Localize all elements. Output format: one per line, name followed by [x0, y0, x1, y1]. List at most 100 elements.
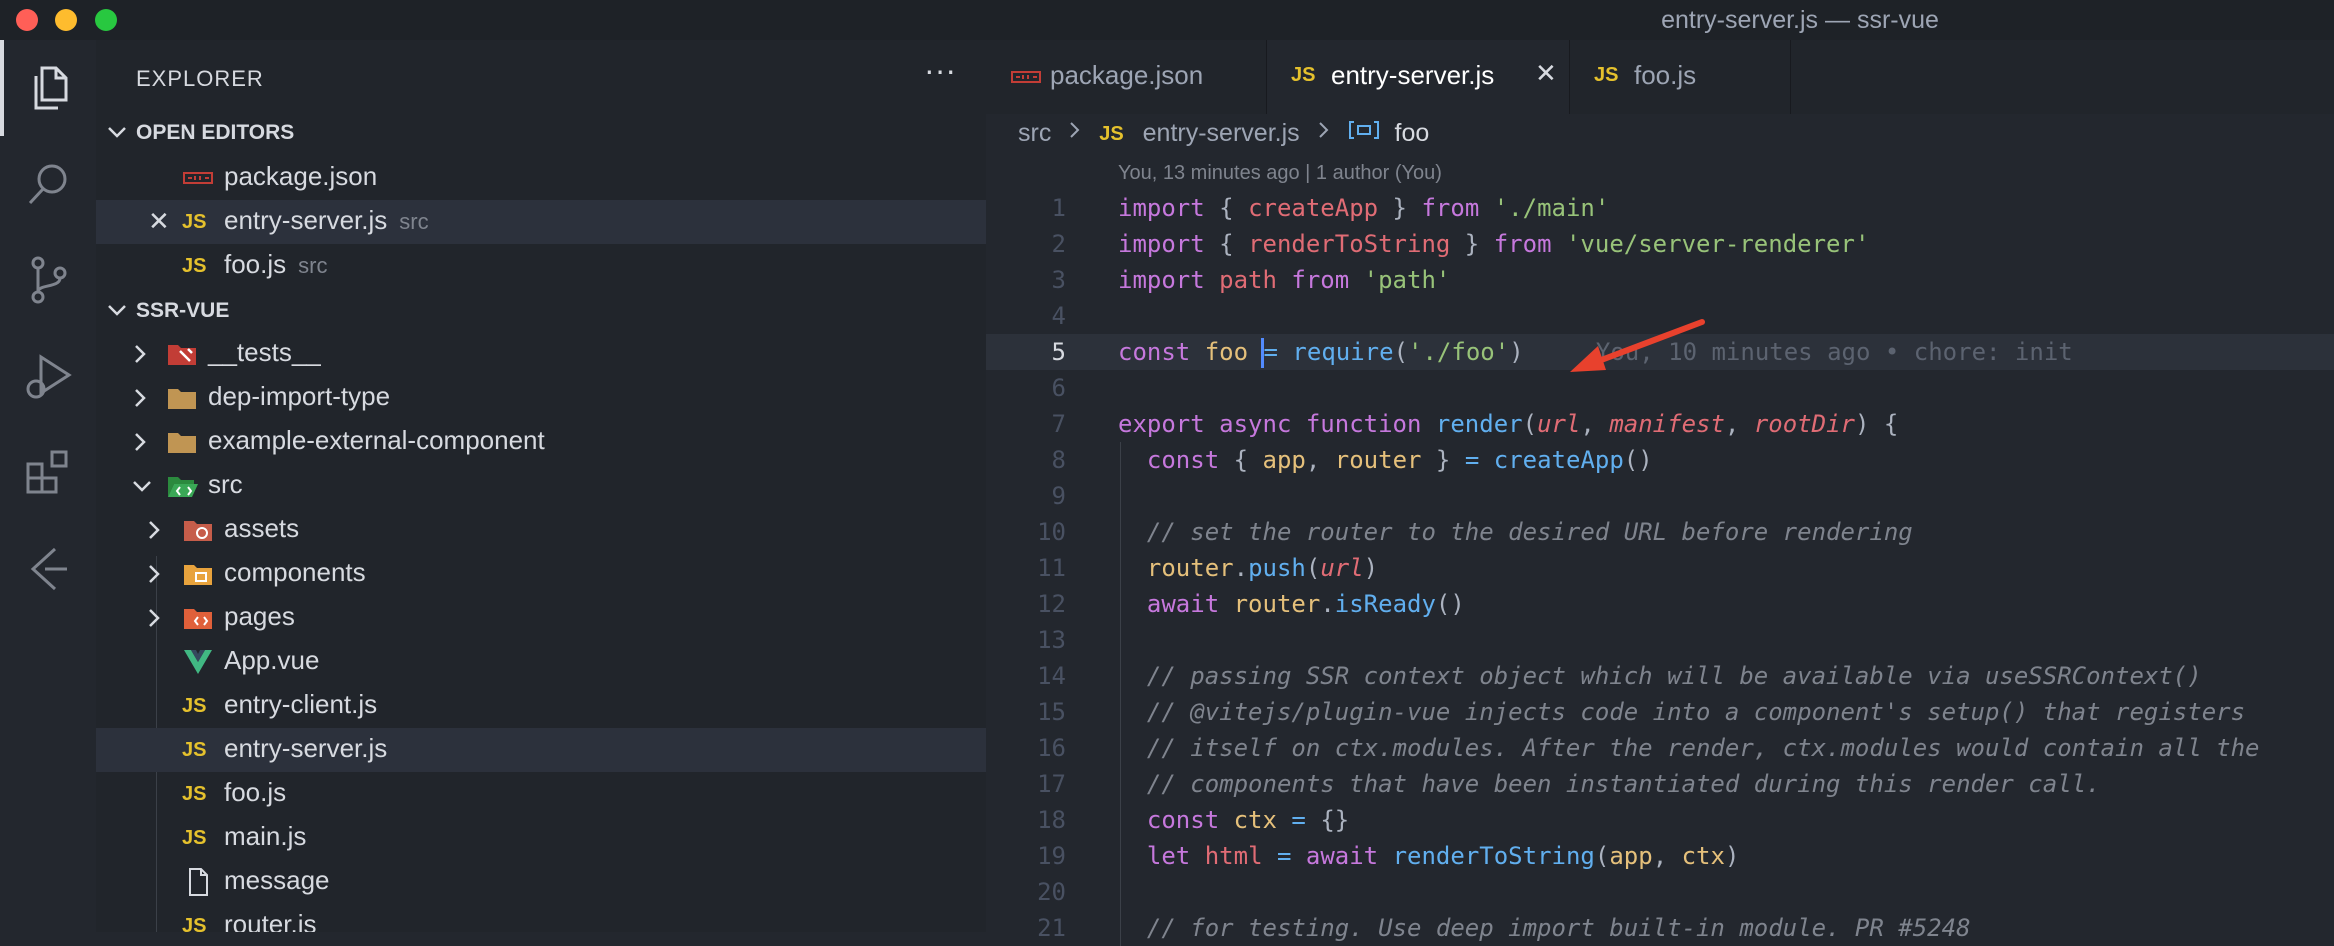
code-line: 10 // set the router to the desired URL … [986, 514, 2334, 550]
json-icon [182, 163, 214, 193]
js-icon: JS [182, 211, 207, 233]
js-icon: JS [182, 739, 207, 761]
explorer-title: EXPLORER [136, 66, 264, 91]
js-icon: JS [1594, 64, 1619, 86]
editor-area: package.json JS entry-server.js ✕ JS foo… [986, 40, 2334, 946]
tab-package-json[interactable]: package.json [986, 40, 1266, 114]
tree-item-folder[interactable]: example-external-component [96, 420, 986, 464]
open-editor-item[interactable]: package.json [96, 156, 986, 200]
timeline-icon[interactable] [0, 520, 96, 616]
code-line: 1 import { createApp } from './main' [1051, 194, 1610, 222]
breadcrumb-folder[interactable]: src [1018, 119, 1051, 148]
components-folder-icon [182, 559, 214, 589]
js-icon: JS [1099, 122, 1124, 145]
tree-item-file[interactable]: message [96, 860, 986, 904]
tree-item-tests-folder[interactable]: __tests__ [96, 332, 986, 376]
project-header[interactable]: SSR-VUE [96, 292, 986, 330]
extensions-icon[interactable] [0, 424, 96, 520]
folder-icon [166, 383, 198, 413]
tree-item-folder[interactable]: assets [96, 508, 986, 552]
src-folder-open-icon [166, 471, 198, 501]
run-debug-icon[interactable] [0, 328, 96, 424]
tree-item-file[interactable]: JS router.js [96, 904, 986, 932]
code-line: 3 import path from 'path' [1051, 266, 1451, 294]
open-editor-item[interactable]: ✕ JS entry-server.js src [96, 200, 986, 244]
code-line: 7 export async function render(url, manif… [1051, 410, 1899, 438]
activity-bar [0, 40, 96, 932]
close-icon[interactable]: ✕ [148, 206, 170, 237]
code-line: 12 await router.isReady() [986, 586, 2334, 622]
code-line: 19 let html = await renderToString(app, … [986, 838, 2334, 874]
explorer-icon[interactable] [0, 40, 96, 136]
tree-item-folder[interactable]: pages [96, 596, 986, 640]
close-tab-icon[interactable]: ✕ [1535, 58, 1557, 89]
js-icon: JS [1291, 64, 1316, 86]
code-line: 20 [986, 874, 2334, 910]
json-icon [1010, 62, 1042, 97]
annotation-arrow [1570, 319, 1705, 372]
title-bar: entry-server.js — ssr-vue [0, 0, 2334, 40]
js-icon: JS [182, 915, 207, 932]
chevron-right-icon [130, 339, 150, 376]
js-icon: JS [182, 827, 207, 849]
tab-bar: package.json JS entry-server.js ✕ JS foo… [986, 40, 2334, 114]
js-icon: JS [182, 695, 207, 717]
chevron-right-icon [130, 383, 150, 420]
window-title: entry-server.js — ssr-vue [1661, 6, 1939, 34]
code-line: 13 [986, 622, 2334, 658]
code-line: 16 // itself on ctx.modules. After the r… [986, 730, 2334, 766]
chevron-right-icon [144, 603, 164, 640]
code-line: 18 const ctx = {} [986, 802, 2334, 838]
tree-item-file[interactable]: JS entry-client.js [96, 684, 986, 728]
code-line: 17 // components that have been instanti… [986, 766, 2334, 802]
code-line: 2 import { renderToString } from 'vue/ser… [1051, 230, 1870, 258]
code-line: 8 const { app, router } = createApp() [986, 442, 2334, 478]
tree-item-file[interactable]: JS entry-server.js [96, 728, 986, 772]
vue-icon [182, 647, 214, 677]
tree-item-file[interactable]: JS foo.js [96, 772, 986, 816]
code-line: 15 // @vitejs/plugin-vue injects code in… [986, 694, 2334, 730]
open-editors-header[interactable]: OPEN EDITORS [96, 114, 986, 152]
assets-folder-icon [182, 515, 214, 545]
code-line: 14 // passing SSR context object which w… [986, 658, 2334, 694]
source-control-icon[interactable] [0, 232, 96, 328]
file-icon [182, 867, 214, 897]
js-icon: JS [182, 255, 207, 277]
js-icon: JS [182, 783, 207, 805]
maximize-window-button[interactable] [95, 9, 117, 31]
tree-item-folder[interactable]: dep-import-type [96, 376, 986, 420]
code-line: 11 router.push(url) [986, 550, 2334, 586]
tab-separator [1790, 40, 1791, 114]
more-actions-icon[interactable]: ··· [924, 52, 956, 89]
explorer-sidebar: EXPLORER ··· OPEN EDITORS package.json ✕… [96, 40, 986, 932]
codelens-author[interactable]: You, 13 minutes ago | 1 author (You) [1118, 162, 1442, 185]
tree-item-src-folder[interactable]: src [96, 464, 986, 508]
chevron-right-icon [144, 515, 164, 552]
tests-folder-icon [166, 339, 198, 369]
breadcrumb: src JS entry-server.js foo [1018, 118, 1429, 158]
search-icon[interactable] [0, 136, 96, 232]
minimize-window-button[interactable] [55, 9, 77, 31]
chevron-right-icon [1068, 118, 1082, 149]
tree-item-file[interactable]: App.vue [96, 640, 986, 684]
code-line: 21 // for testing. Use deep import built… [986, 910, 2334, 946]
chevron-down-icon [130, 471, 154, 508]
chevron-right-icon [1317, 118, 1331, 149]
tree-item-folder[interactable]: components [96, 552, 986, 596]
explorer-header: EXPLORER ··· [96, 40, 986, 114]
breadcrumb-symbol[interactable]: foo [1395, 119, 1430, 148]
pages-folder-icon [182, 603, 214, 633]
tab-foo-js[interactable]: JS foo.js [1570, 40, 1790, 114]
chevron-down-icon [104, 119, 130, 151]
tree-item-file[interactable]: JS main.js [96, 816, 986, 860]
code-line: 9 [986, 478, 2334, 514]
close-window-button[interactable] [16, 9, 38, 31]
breadcrumb-file[interactable]: entry-server.js [1143, 119, 1300, 148]
tab-entry-server-js[interactable]: JS entry-server.js ✕ [1267, 40, 1569, 114]
variable-icon [1348, 118, 1380, 149]
chevron-right-icon [144, 559, 164, 596]
open-editor-item[interactable]: JS foo.js src [96, 244, 986, 288]
folder-icon [166, 427, 198, 457]
chevron-right-icon [130, 427, 150, 464]
chevron-down-icon [104, 297, 130, 329]
